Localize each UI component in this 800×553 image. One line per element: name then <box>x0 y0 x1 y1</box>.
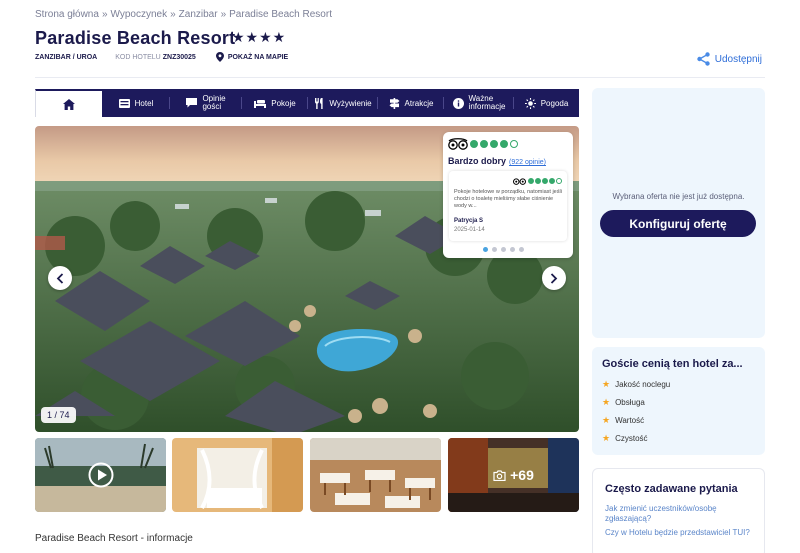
offer-unavailable-text: Wybrana oferta nie jest już dostępna. <box>612 192 745 201</box>
tripadvisor-logo-icon <box>513 178 526 185</box>
show-map-link[interactable]: POKAŻ NA MAPIE <box>215 52 289 62</box>
rating-label: Bardzo dobry <box>448 156 507 166</box>
hotel-code-label: KOD HOTELU <box>115 53 161 61</box>
guests-appreciate-box: Goście cenią ten hotel za... ★ Jakość noc… <box>592 347 765 455</box>
offer-box: Wybrana oferta nie jest już dostępna. Ko… <box>592 88 765 338</box>
faq-question-link[interactable]: Czy w Hotelu będzie przedstawiciel TUI? <box>605 528 755 538</box>
breadcrumb-separator: » <box>220 9 227 20</box>
appreciation-item: ★ Jakość noclegu <box>602 379 671 389</box>
gallery-next-button[interactable] <box>542 266 566 290</box>
faq-title: Często zadawane pytania <box>605 483 738 495</box>
tab-label: Wyżywienie <box>329 98 372 108</box>
show-map-label: POKAŻ NA MAPIE <box>227 53 289 61</box>
appreciation-item: ★ Czystość <box>602 433 648 443</box>
configure-offer-button[interactable]: Konfiguruj ofertę <box>600 210 756 237</box>
tab-home[interactable] <box>35 89 102 117</box>
thumbnail-photo[interactable] <box>310 438 441 512</box>
review-pager <box>483 247 524 252</box>
share-label: Udostępnij <box>714 53 762 65</box>
info-icon <box>452 97 464 109</box>
thumbnail-video[interactable] <box>35 438 166 512</box>
home-icon <box>63 98 75 110</box>
tab-rooms[interactable]: Pokoje <box>242 89 308 117</box>
thumbnail-photo[interactable] <box>172 438 303 512</box>
review-author: Patrycja S <box>454 218 484 224</box>
tab-attractions[interactable]: Atrakcje <box>378 89 444 117</box>
faq-box: Często zadawane pytania Jak zmienić ucze… <box>592 468 765 553</box>
page-title: Paradise Beach Resort <box>35 28 236 48</box>
thumbnail-more-photos[interactable]: +69 <box>448 438 579 512</box>
chevron-right-icon <box>550 272 558 284</box>
tab-weather[interactable]: Pogoda <box>514 89 579 117</box>
pager-dot[interactable] <box>501 247 506 252</box>
tab-label: Hotel <box>134 98 154 108</box>
tab-label: Opinie gości <box>202 94 226 111</box>
breadcrumb-zanzibar[interactable]: Zanzibar <box>179 9 218 20</box>
tab-hotel[interactable]: Hotel <box>102 89 170 117</box>
more-photos-count: +69 <box>510 467 534 483</box>
tab-label: Pogoda <box>540 98 569 108</box>
review-text: Pokoje hotelowe w porządku, natomiast je… <box>454 189 562 209</box>
hotel-icon <box>118 98 130 108</box>
hotel-tabs: Hotel Opinie gości Pokoje Wyżywienie Atra… <box>35 89 579 117</box>
map-pin-icon <box>215 52 224 62</box>
rating-bubbles <box>470 140 518 148</box>
review-count-link[interactable]: (922 opinie) <box>509 159 546 166</box>
faq-question-link[interactable]: Jak zmienić uczestników/osobę zgłaszając… <box>605 504 755 524</box>
star-icon: ★ <box>602 379 611 389</box>
pager-dot[interactable] <box>519 247 524 252</box>
pager-dot[interactable] <box>510 247 515 252</box>
breadcrumb-home[interactable]: Strona główna <box>35 9 99 20</box>
tripadvisor-review-card[interactable]: Bardzo dobry (922 opinie) Pokoje hotelowe… <box>443 132 573 258</box>
star-icon: ★ <box>602 433 611 443</box>
snippet-rating-bubbles <box>528 178 562 184</box>
more-photos-overlay: +69 <box>448 438 579 512</box>
share-icon <box>697 52 710 66</box>
tab-label: Pokoje <box>271 98 296 108</box>
tab-important-info[interactable]: Ważne informacje <box>444 89 514 117</box>
hotel-code: ZNZ30025 <box>162 53 196 61</box>
photo-counter: 1 / 74 <box>41 407 76 423</box>
bed-icon <box>254 99 267 108</box>
hotel-info-heading: Paradise Beach Resort - informacje <box>35 533 193 544</box>
breadcrumb-wypoczynek[interactable]: Wypoczynek <box>111 9 168 20</box>
breadcrumb-separator: » <box>101 9 108 20</box>
comments-icon <box>186 98 198 108</box>
tab-meals[interactable]: Wyżywienie <box>308 89 378 117</box>
tab-opinions[interactable]: Opinie gości <box>170 89 242 117</box>
cutlery-icon <box>315 97 324 109</box>
review-snippet: Pokoje hotelowe w porządku, natomiast je… <box>449 171 567 241</box>
sun-icon <box>524 97 536 109</box>
tripadvisor-logo-icon <box>448 138 468 150</box>
tab-label: Ważne informacje <box>468 94 506 111</box>
breadcrumb-separator: » <box>170 9 176 20</box>
hotel-location: ZANZIBAR / UROA <box>35 53 98 61</box>
header-divider <box>35 77 765 78</box>
gallery-prev-button[interactable] <box>48 266 72 290</box>
chevron-left-icon <box>56 272 64 284</box>
guests-appreciate-title: Goście cenią ten hotel za... <box>602 358 743 370</box>
star-icon: ★ <box>602 397 611 407</box>
hotel-stars: ★★★★ <box>232 29 287 45</box>
camera-icon <box>493 469 506 481</box>
breadcrumb-current: Paradise Beach Resort <box>229 9 332 20</box>
pager-dot[interactable] <box>483 247 488 252</box>
pager-dot[interactable] <box>492 247 497 252</box>
rating-summary: Bardzo dobry (922 opinie) <box>448 156 546 166</box>
share-button[interactable]: Udostępnij <box>697 52 762 66</box>
appreciation-item: ★ Wartość <box>602 415 645 425</box>
appreciation-item: ★ Obsługa <box>602 397 645 407</box>
hotel-meta: ZANZIBAR / UROA KOD HOTELU ZNZ30025 POKA… <box>35 52 288 62</box>
review-date: 2025-01-14 <box>454 227 485 233</box>
tab-label: Atrakcje <box>404 98 434 108</box>
breadcrumb: Strona główna» Wypoczynek» Zanzibar» Paradi… <box>35 9 332 20</box>
signpost-icon <box>389 97 400 109</box>
play-icon <box>88 462 114 488</box>
star-icon: ★ <box>602 415 611 425</box>
